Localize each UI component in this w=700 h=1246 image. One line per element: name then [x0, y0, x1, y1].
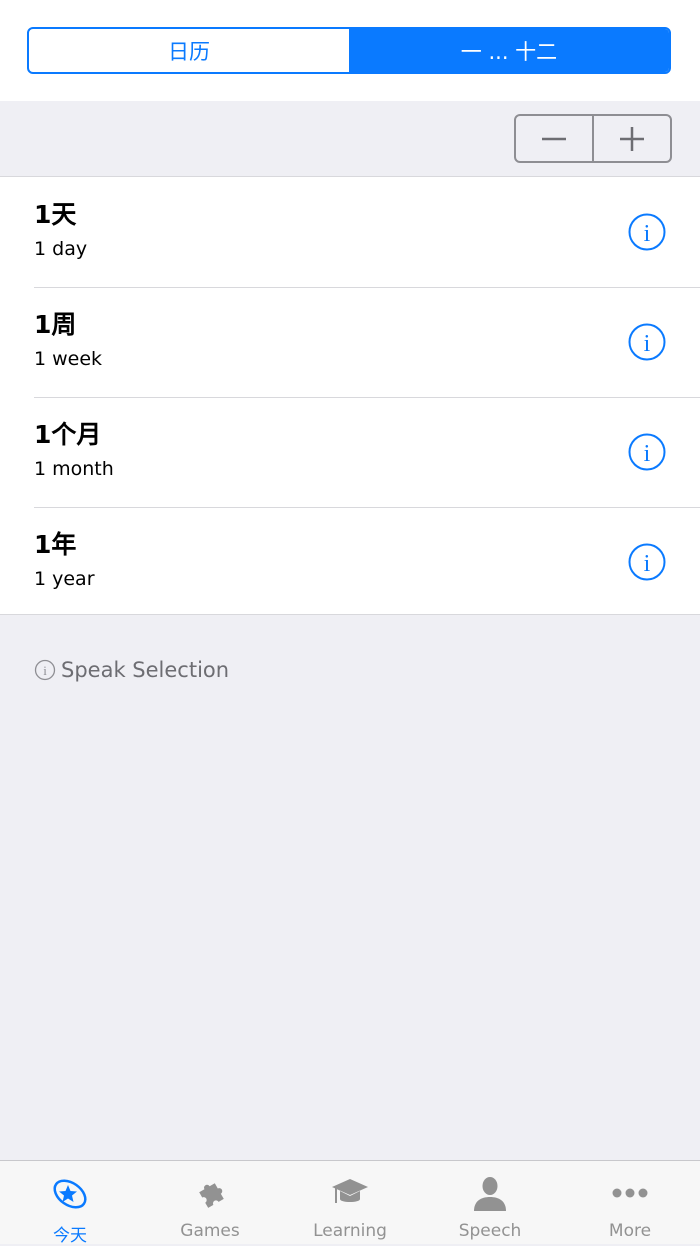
more-icon [612, 1188, 648, 1198]
segmented-control: 日历 一 ... 十二 [27, 27, 671, 74]
minus-icon [542, 137, 566, 140]
list-item[interactable]: 1个月 1 month i [0, 397, 700, 507]
tab-games[interactable]: Games [140, 1161, 280, 1244]
star-icon [53, 1179, 87, 1209]
tab-label: More [608, 1221, 652, 1241]
tab-label: 今天 [53, 1226, 87, 1246]
tab-bar: 今天 Games Learning Speech More [0, 1160, 700, 1246]
list-item[interactable]: 1天 1 day i [0, 177, 700, 287]
list-item-title: 1周 [34, 310, 77, 339]
svg-text:i: i [644, 331, 651, 357]
tab-label: Games [180, 1221, 240, 1241]
person-icon [474, 1177, 506, 1211]
list-item-title: 1年 [34, 530, 77, 559]
plus-button[interactable] [592, 116, 670, 161]
list-item[interactable]: 1周 1 week i [0, 287, 700, 397]
stepper [514, 114, 672, 163]
list-item-subtitle: 1 week [34, 348, 103, 370]
plus-icon [620, 126, 644, 151]
duration-list: 1天 1 day i 1周 1 week i 1个月 1 month i 1年 … [0, 176, 700, 615]
tab-label: Speech [458, 1221, 522, 1241]
top-bar: 日历 一 ... 十二 [0, 0, 700, 101]
speak-selection-label: Speak Selection [61, 658, 230, 682]
tab-today[interactable]: 今天 [0, 1161, 140, 1246]
info-icon[interactable]: i [627, 322, 667, 362]
svg-text:i: i [644, 551, 651, 577]
list-item-title: 1天 [34, 200, 77, 229]
puzzle-icon [199, 1183, 224, 1208]
graduation-cap-icon [332, 1179, 368, 1203]
list-item-subtitle: 1 day [34, 238, 88, 260]
info-icon[interactable]: i [627, 432, 667, 472]
tab-learning[interactable]: Learning [280, 1161, 420, 1244]
svg-text:i: i [644, 221, 651, 247]
info-small-icon: i [34, 659, 56, 681]
segment-numbers[interactable]: 一 ... 十二 [349, 29, 669, 72]
list-item-title: 1个月 [34, 420, 102, 449]
list-item-subtitle: 1 month [34, 458, 114, 480]
info-icon[interactable]: i [627, 542, 667, 582]
tab-more[interactable]: More [560, 1161, 700, 1244]
segment-calendar[interactable]: 日历 [29, 29, 349, 72]
svg-text:i: i [644, 441, 651, 467]
info-icon[interactable]: i [627, 212, 667, 252]
minus-button[interactable] [516, 116, 592, 161]
speak-selection-note[interactable]: i Speak Selection [34, 658, 229, 682]
tab-speech[interactable]: Speech [420, 1161, 560, 1244]
tab-label: Learning [313, 1221, 387, 1241]
svg-text:i: i [43, 663, 47, 678]
list-item[interactable]: 1年 1 year i [0, 507, 700, 617]
list-item-subtitle: 1 year [34, 568, 95, 590]
